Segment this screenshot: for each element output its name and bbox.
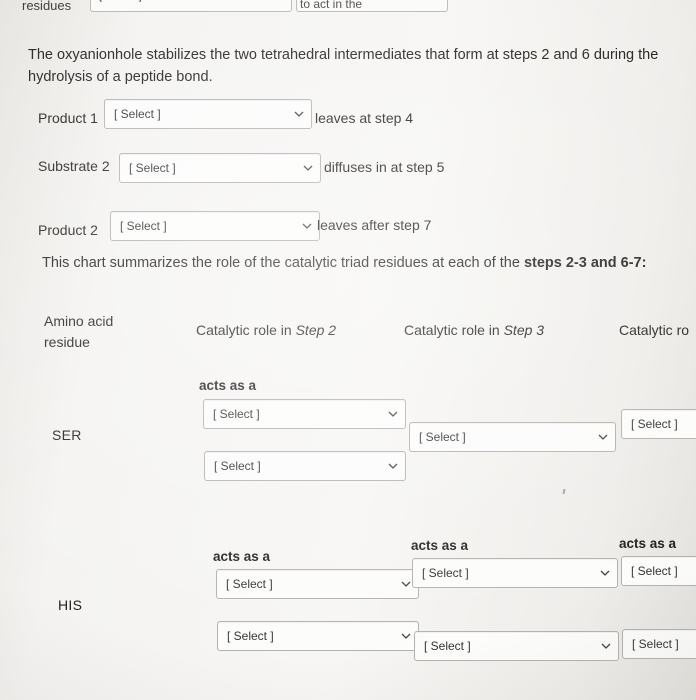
statement-1-select[interactable]: [ Select ] [104, 99, 312, 129]
statement-2-label: Substrate 2 [38, 158, 110, 174]
oxyanion-hole-paragraph: The oxyanionhole stabilizes the two tetr… [28, 47, 659, 85]
table-row-residue-his: HIS [58, 597, 83, 613]
cut-off-text-right: to act in the [300, 0, 363, 11]
statement-1-after-text: leaves at step 4 [315, 110, 414, 126]
ser-step3-select[interactable]: [ Select ] [409, 422, 616, 452]
chevron-down-icon [388, 409, 398, 419]
chevron-down-icon [294, 109, 304, 119]
ser-step2-select-bottom-value: [ Select ] [214, 459, 261, 473]
chevron-down-icon [388, 461, 398, 471]
his-step4-select-top[interactable]: [ Select ] [621, 556, 696, 586]
his-step3-select-bottom-value: [ Select ] [424, 639, 471, 653]
chevron-down-icon [302, 221, 312, 231]
statement-2-select-value: [ Select ] [129, 161, 176, 175]
table-header-col-step3-italic: Step 3 [503, 322, 545, 338]
his-step2-select-top[interactable]: [ Select ] [216, 569, 419, 599]
statement-1-select-value: [ Select ] [114, 107, 161, 121]
table-header-col-residue-line1: Amino acid [44, 313, 114, 329]
his-step3-select-bottom[interactable]: [ Select ] [414, 631, 619, 661]
table-header-col-step3-prefix: Catalytic role in [404, 322, 504, 338]
ser-step2-select-top-value: [ Select ] [213, 407, 260, 421]
chevron-down-icon [401, 631, 411, 641]
statement-2-after-text: diffuses in at step 5 [324, 159, 445, 175]
statement-3-select[interactable]: [ Select ] [110, 211, 320, 241]
his-step3-select-top-value: [ Select ] [422, 566, 469, 580]
statement-1-label: Product 1 [38, 110, 98, 126]
his-step2-select-top-value: [ Select ] [226, 577, 273, 591]
ser-step2-select-bottom[interactable]: [ Select ] [204, 451, 406, 481]
quiz-page-content: residues [ Select ] to act in the The ox… [0, 0, 696, 700]
chart-intro-text: This chart summarizes the role of the ca… [42, 255, 692, 271]
chevron-down-icon [601, 641, 611, 651]
chevron-down-icon [401, 579, 411, 589]
chevron-down-icon [600, 568, 610, 578]
his-step2-acts-as-a-label: acts as a [213, 549, 271, 564]
his-step4-select-bottom[interactable]: [ Select ] [622, 629, 696, 659]
cut-off-select-1[interactable]: [ Select ] [90, 0, 292, 12]
table-header-col-step3: Catalytic role in Step 3 [404, 320, 544, 341]
ser-step2-select-top[interactable]: [ Select ] [203, 399, 406, 429]
his-step4-acts-as-a-label: acts as a [619, 536, 677, 551]
table-header-col-step2: Catalytic role in Step 2 [196, 320, 336, 341]
statement-3-select-value: [ Select ] [120, 219, 167, 233]
statement-3-after-text: leaves after step 7 [317, 217, 432, 233]
his-step2-select-bottom[interactable]: [ Select ] [217, 621, 419, 651]
chevron-down-icon [598, 432, 608, 442]
his-step2-select-bottom-value: [ Select ] [227, 629, 274, 643]
table-header-col-step4-cut: Catalytic ro [619, 322, 690, 338]
page-speck [562, 488, 566, 495]
table-header-col-residue: Amino acid residue [44, 311, 113, 353]
statement-2-select[interactable]: [ Select ] [119, 153, 321, 183]
his-step4-select-top-value: [ Select ] [631, 564, 678, 578]
table-row-residue-ser: SER [52, 427, 82, 443]
his-step3-select-top[interactable]: [ Select ] [412, 558, 618, 588]
chevron-down-icon [303, 163, 313, 173]
cut-off-residues-label: residues [22, 0, 72, 13]
chart-intro-bold: steps 2-3 and 6-7: [523, 255, 647, 271]
ser-step4-select[interactable]: [ Select ] [621, 409, 696, 439]
table-header-col-step2-prefix: Catalytic role in [196, 322, 296, 338]
statement-3-label: Product 2 [38, 222, 98, 238]
ser-step3-select-value: [ Select ] [419, 430, 466, 444]
his-step3-acts-as-a-label: acts as a [411, 538, 469, 553]
his-step4-select-bottom-value: [ Select ] [632, 637, 679, 651]
cut-off-select-1-value: [ Select ] [99, 0, 142, 2]
ser-step4-select-value: [ Select ] [631, 417, 678, 431]
table-header-col-step2-italic: Step 2 [295, 322, 337, 338]
cut-off-top-row: residues [ Select ] to act in the [0, 0, 696, 18]
chart-intro-prefix: This chart summarizes the role of the ca… [42, 255, 524, 271]
table-header-col-residue-line2: residue [44, 334, 90, 350]
ser-step2-acts-as-a-label: acts as a [199, 378, 257, 393]
